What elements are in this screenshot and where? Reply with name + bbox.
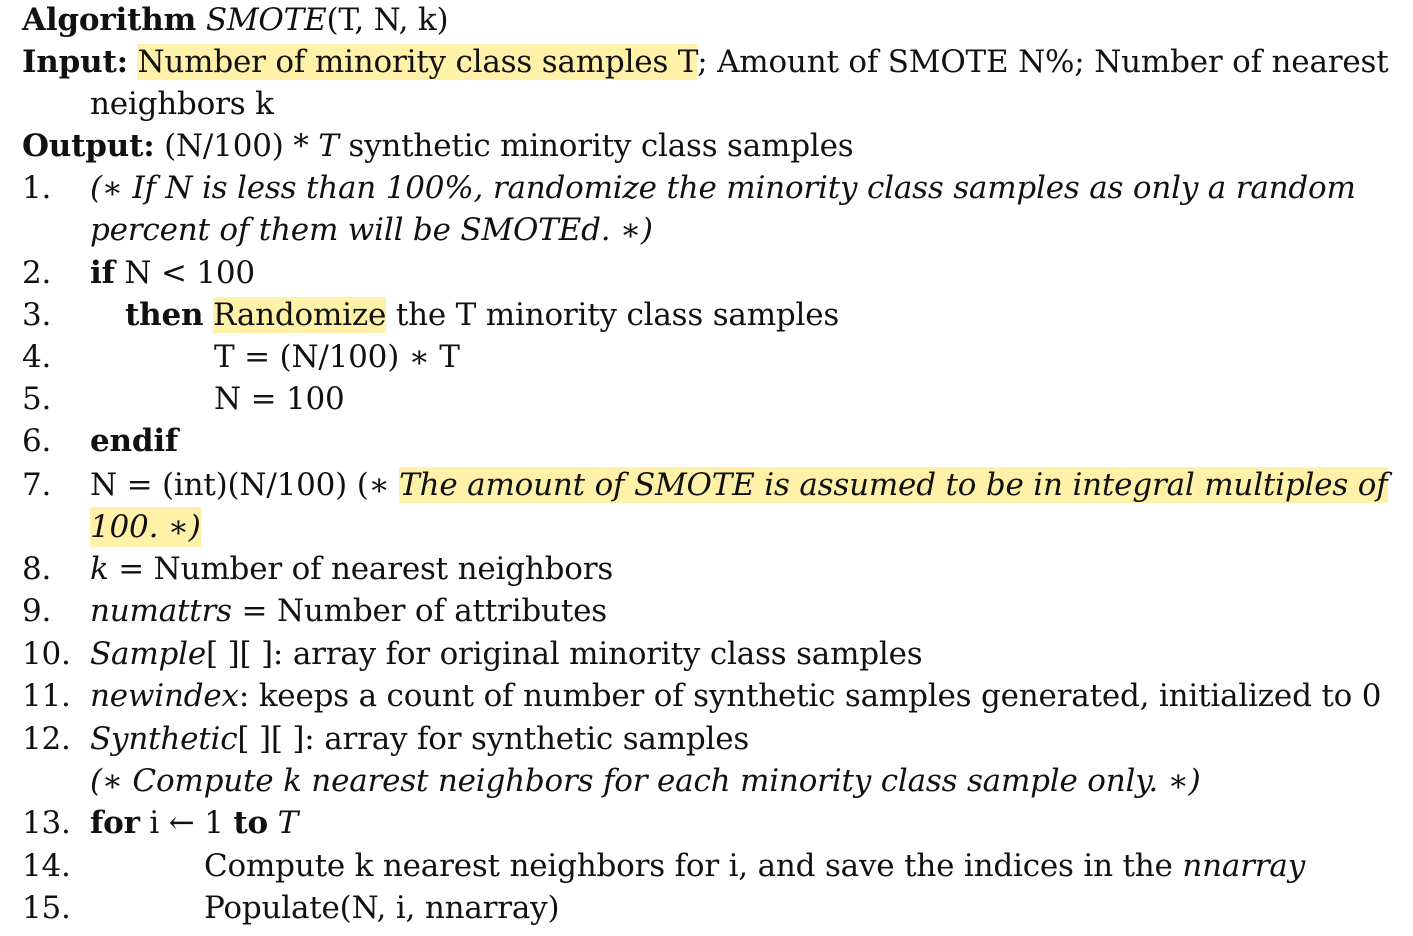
step-number: 12. (22, 721, 71, 757)
keyword-to: to (233, 805, 268, 841)
step-number: 13. (22, 805, 71, 841)
output-line: Output: (N/100) * T synthetic minority c… (22, 128, 854, 164)
keyword-if: if (90, 255, 115, 291)
step-comment: (∗ If N is less than 100%, randomize the… (90, 170, 1356, 206)
step-number: 4. (22, 339, 52, 375)
step-number: 6. (22, 423, 52, 459)
input-continuation: neighbors k (90, 86, 274, 122)
step-number: 1. (22, 170, 52, 206)
step-number: 14. (22, 848, 71, 884)
step-number: 11. (22, 678, 71, 714)
algorithm-step: 1. (∗ If N is less than 100%, randomize … (22, 168, 1387, 208)
input-rest: ; Amount of SMOTE N%; Number of nearest (697, 44, 1389, 80)
input-line: Input: Number of minority class samples … (22, 42, 1389, 82)
keyword-for: for (90, 805, 140, 841)
output-label: Output: (22, 128, 155, 164)
input-highlight: Number of minority class samples T (137, 44, 698, 80)
step-number: 2. (22, 255, 52, 291)
algorithm-args: (T, N, k) (326, 2, 449, 38)
input-label: Input: (22, 44, 128, 80)
keyword-endif: endif (90, 423, 179, 459)
comment-highlight: The amount of SMOTE is assumed to be in … (399, 467, 1388, 503)
step-number: 15. (22, 890, 71, 926)
step-number: 10. (22, 636, 71, 672)
algorithm-keyword: Algorithm (22, 2, 197, 38)
step-number: 7. (22, 467, 52, 503)
algorithm-title: Algorithm SMOTE(T, N, k) (22, 0, 449, 40)
step-number: 9. (22, 593, 52, 629)
step-number: 8. (22, 551, 52, 587)
keyword-then: then (125, 297, 204, 333)
algorithm-name: SMOTE (205, 2, 327, 38)
step-number: 5. (22, 381, 52, 417)
randomize-highlight: Randomize (212, 297, 387, 333)
step-number: 3. (22, 297, 52, 333)
